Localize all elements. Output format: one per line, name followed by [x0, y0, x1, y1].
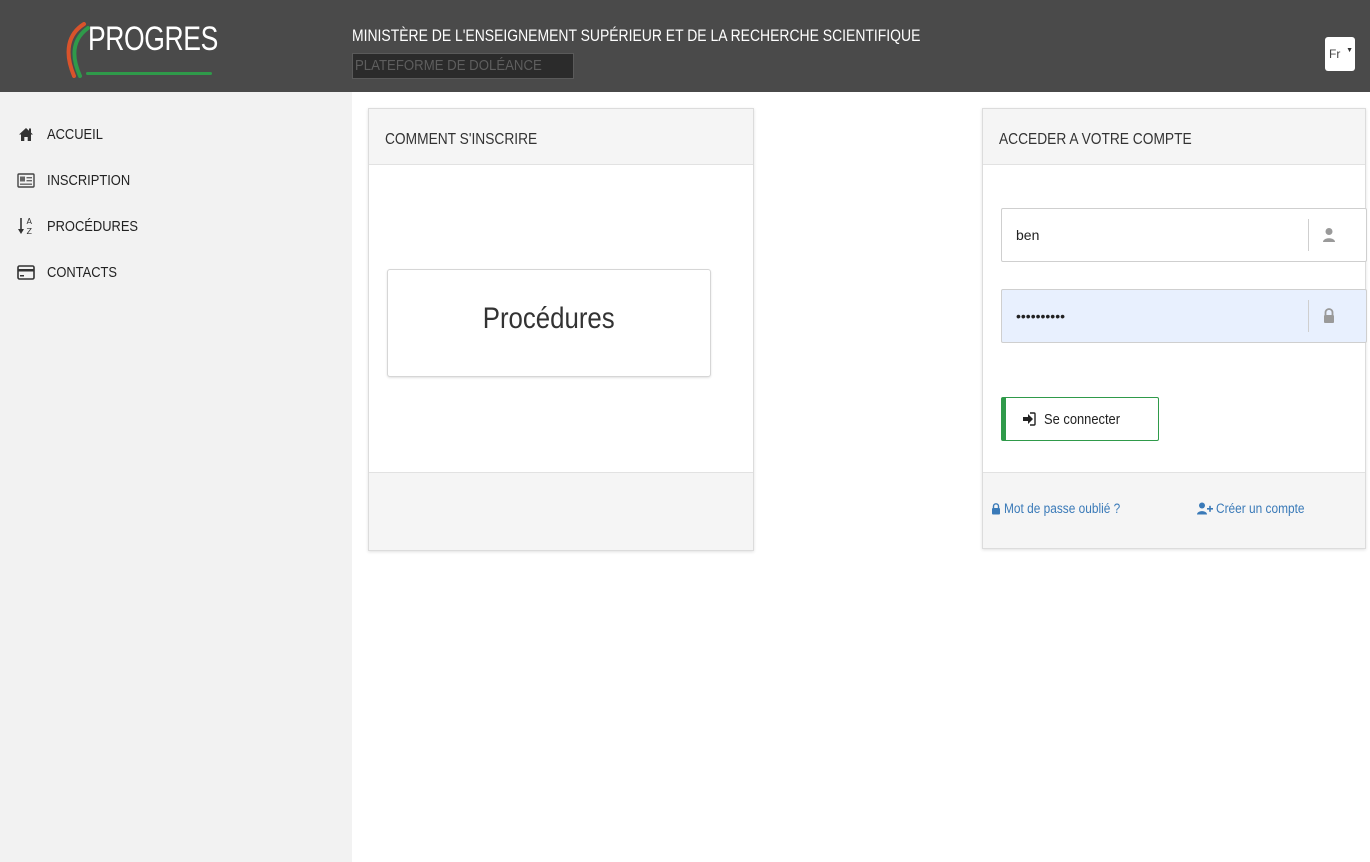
- forgot-password-link[interactable]: Mot de passe oublié ?: [991, 501, 1136, 516]
- logo-text: PROGRES: [88, 20, 218, 58]
- field-divider: [1308, 219, 1309, 251]
- sign-in-icon: [1023, 412, 1036, 426]
- how-to-register-panel: COMMENT S'INSCRIRE Procédures: [368, 108, 754, 551]
- sidebar-item-inscription[interactable]: INSCRIPTION: [15, 168, 144, 192]
- lock-icon: [992, 502, 1000, 514]
- username-input[interactable]: [1002, 209, 1307, 261]
- sidebar-item-accueil[interactable]: ACCUEIL: [15, 122, 112, 146]
- sidebar-item-procedures[interactable]: AZ PROCÉDURES: [15, 214, 153, 238]
- svg-text:Z: Z: [27, 227, 33, 236]
- id-card-icon: [15, 169, 37, 191]
- sidebar-item-contacts[interactable]: CONTACTS: [15, 260, 128, 284]
- login-button[interactable]: Se connecter: [1001, 397, 1159, 441]
- password-input[interactable]: [1002, 290, 1307, 342]
- sidebar-item-label: INSCRIPTION: [47, 171, 131, 189]
- top-bar: PROGRES MINISTÈRE DE L'ENSEIGNEMENT SUPÉ…: [0, 0, 1370, 92]
- language-selector[interactable]: Fr ▼: [1325, 37, 1355, 71]
- user-icon: [1323, 228, 1335, 242]
- forgot-password-label: Mot de passe oublié ?: [1004, 501, 1121, 516]
- lock-icon: [1324, 308, 1334, 323]
- ministry-title: MINISTÈRE DE L'ENSEIGNEMENT SUPÉRIEUR ET…: [352, 26, 921, 45]
- sidebar-item-label: CONTACTS: [47, 263, 117, 281]
- logo-underline: [86, 72, 212, 75]
- caret-down-icon: ▼: [1346, 47, 1353, 54]
- password-field[interactable]: [1001, 289, 1367, 343]
- panel-footer: Mot de passe oublié ? Créer un compte: [983, 472, 1365, 548]
- login-button-label: Se connecter: [1044, 410, 1121, 428]
- platform-subtitle: PLATEFORME DE DOLÉANCE: [352, 53, 575, 79]
- sidebar-item-label: PROCÉDURES: [47, 217, 139, 235]
- credit-card-icon: [15, 261, 37, 283]
- language-label: Fr: [1329, 47, 1341, 61]
- sort-alpha-icon: AZ: [15, 215, 37, 237]
- home-icon: [15, 123, 37, 145]
- field-divider: [1308, 300, 1309, 332]
- procedures-button[interactable]: Procédures: [387, 269, 711, 377]
- username-field[interactable]: [1001, 208, 1367, 262]
- panel-title: COMMENT S'INSCRIRE: [369, 109, 753, 165]
- svg-text:A: A: [27, 217, 33, 226]
- sidebar-item-label: ACCUEIL: [47, 125, 103, 143]
- create-account-label: Créer un compte: [1216, 501, 1305, 516]
- user-plus-icon: [1197, 502, 1213, 515]
- progres-logo[interactable]: PROGRES: [62, 18, 222, 78]
- panel-title: ACCEDER A VOTRE COMPTE: [983, 109, 1365, 165]
- create-account-link[interactable]: Créer un compte: [1197, 501, 1317, 516]
- login-panel: ACCEDER A VOTRE COMPTE Se connecter Mot …: [982, 108, 1367, 549]
- panel-footer: [369, 472, 753, 550]
- sidebar: ACCUEIL INSCRIPTION AZ PROCÉDURES CONTAC…: [0, 92, 352, 862]
